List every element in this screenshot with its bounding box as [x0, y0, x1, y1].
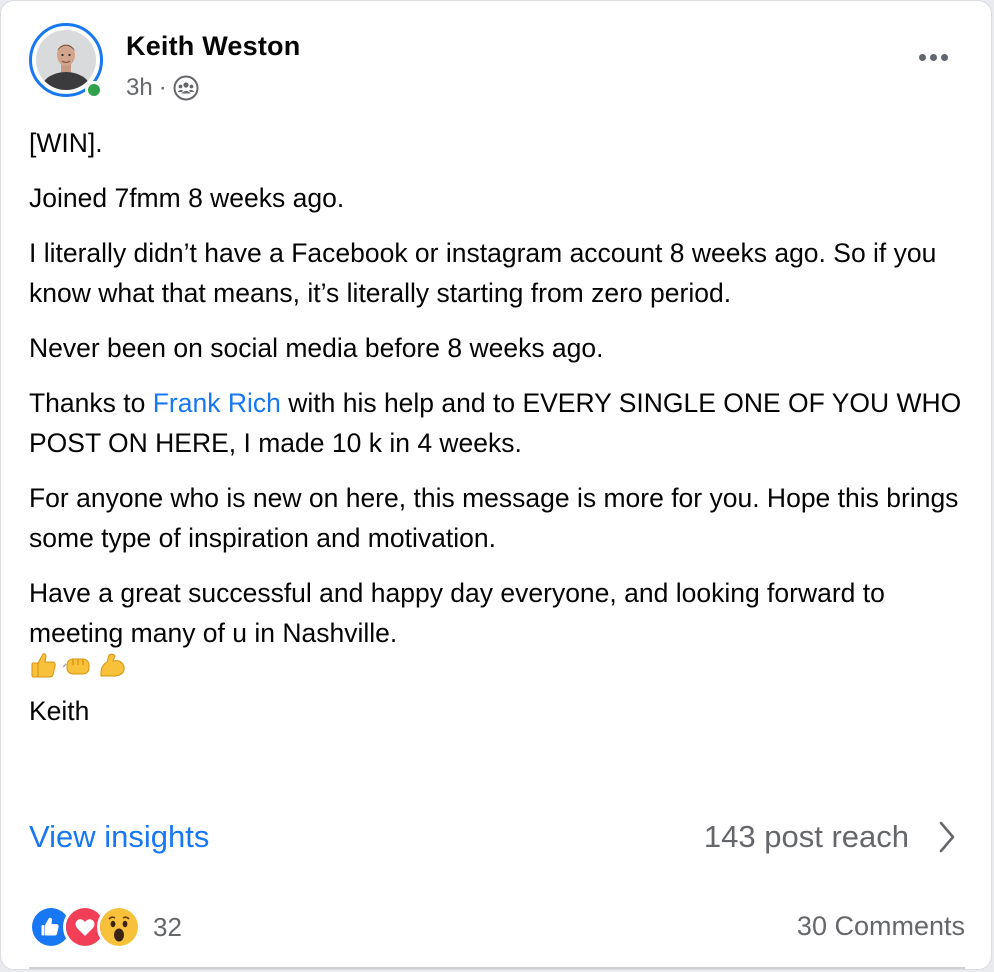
reactions-summary[interactable]: 32	[29, 905, 182, 949]
post-header: Keith Weston 3h ·	[29, 23, 965, 109]
thumbs-up-icon	[29, 650, 59, 680]
more-dot	[940, 53, 948, 61]
avatar-photo	[36, 30, 96, 90]
group-icon[interactable]	[173, 75, 199, 101]
post-reach-count[interactable]: 143 post reach	[704, 819, 909, 855]
post-paragraph: [WIN].	[29, 128, 103, 158]
wow-reaction-icon	[97, 905, 141, 949]
meta-separator: ·	[158, 74, 167, 101]
view-insights-link[interactable]: View insights	[29, 819, 209, 855]
more-dot	[929, 53, 937, 61]
post-paragraph: Have a great successful and happy day ev…	[29, 578, 885, 648]
post-body: [WIN]. Joined 7fmm 8 weeks ago. I litera…	[29, 123, 969, 746]
post-paragraph: For anyone who is new on here, this mess…	[29, 483, 959, 553]
post-paragraph: I literally didn’t have a Facebook or in…	[29, 238, 937, 308]
divider	[29, 967, 965, 969]
fist-bump-icon	[62, 650, 93, 680]
post-timestamp[interactable]: 3h	[126, 74, 153, 102]
reaction-count[interactable]: 32	[153, 912, 182, 943]
mention-link[interactable]: Frank Rich	[153, 388, 281, 418]
post-paragraph: Thanks to Frank Rich with his help and t…	[29, 383, 969, 463]
author-name[interactable]: Keith Weston	[126, 31, 300, 62]
text-span: Thanks to	[29, 388, 153, 418]
online-status-dot	[85, 81, 103, 99]
post-signature: Keith	[29, 696, 90, 726]
post-paragraph: Joined 7fmm 8 weeks ago.	[29, 183, 345, 213]
post-card: Keith Weston 3h · [WIN]. Joined 7fmm 8 w…	[0, 0, 992, 970]
comments-count[interactable]: 30 Comments	[797, 911, 965, 942]
chevron-right-icon[interactable]	[931, 817, 961, 857]
engagement-bar: 32 30 Comments	[29, 903, 965, 953]
post-paragraph: Never been on social media before 8 week…	[29, 333, 604, 363]
author-avatar[interactable]	[29, 23, 109, 103]
more-horizontal-icon[interactable]	[915, 47, 951, 67]
post-meta: 3h ·	[126, 73, 199, 103]
insights-row: View insights 143 post reach	[29, 813, 965, 863]
flexed-biceps-icon	[97, 650, 127, 680]
more-dot	[918, 53, 926, 61]
